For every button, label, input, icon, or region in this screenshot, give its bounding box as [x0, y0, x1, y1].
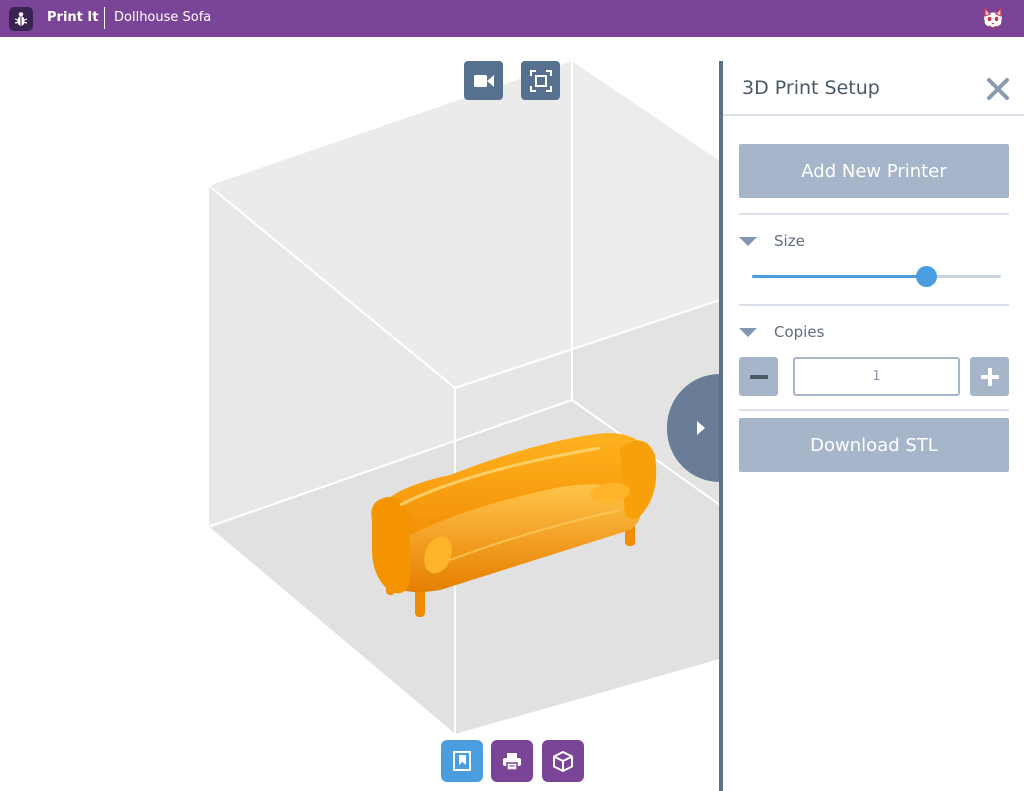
model-view-button[interactable]: [441, 740, 483, 782]
document-title: Dollhouse Sofa: [114, 10, 212, 25]
plus-icon: [980, 367, 999, 386]
camera-button[interactable]: [464, 61, 503, 100]
caret-down-icon: [739, 236, 757, 246]
size-section-header[interactable]: Size: [739, 231, 805, 251]
panel-title: 3D Print Setup: [742, 77, 880, 99]
panel-header-divider: [723, 114, 1024, 116]
top-bar: Print It Dollhouse Sofa: [0, 0, 1024, 37]
decrement-copies-button[interactable]: [739, 357, 778, 396]
build-volume-scene[interactable]: [0, 37, 720, 791]
caret-down-icon: [739, 327, 757, 337]
size-slider-thumb[interactable]: [916, 266, 938, 287]
cube-view-button[interactable]: [542, 740, 584, 782]
minus-icon: [749, 374, 768, 379]
download-stl-button[interactable]: Download STL: [739, 418, 1009, 472]
print-setup-panel: 3D Print Setup Add New Printer Size Copi…: [719, 61, 1024, 791]
model-view-icon: [453, 751, 471, 771]
size-label: Size: [774, 232, 805, 250]
close-icon[interactable]: [985, 76, 1011, 102]
cat-avatar-icon[interactable]: [980, 5, 1006, 31]
increment-copies-button[interactable]: [970, 357, 1009, 396]
fit-view-button[interactable]: [521, 61, 560, 100]
model-viewport[interactable]: [0, 37, 720, 791]
print-button[interactable]: [491, 740, 533, 782]
title-divider: [104, 7, 105, 29]
size-slider-fill: [752, 275, 927, 278]
section-divider: [739, 213, 1009, 215]
add-new-printer-button[interactable]: Add New Printer: [739, 144, 1009, 198]
fit-view-icon: [529, 69, 552, 92]
video-camera-icon: [473, 74, 494, 87]
copies-label: Copies: [774, 323, 825, 341]
app-name[interactable]: Print It: [47, 10, 98, 26]
printer-icon: [503, 752, 521, 771]
bug-icon[interactable]: [9, 7, 33, 31]
copies-section-header[interactable]: Copies: [739, 322, 824, 342]
cube-icon: [553, 750, 573, 772]
section-divider: [739, 409, 1009, 411]
section-divider: [739, 304, 1009, 306]
copies-input[interactable]: [793, 357, 960, 396]
chevron-right-icon: [697, 421, 705, 435]
sofa-model[interactable]: [360, 430, 665, 625]
size-slider[interactable]: [752, 266, 1001, 287]
